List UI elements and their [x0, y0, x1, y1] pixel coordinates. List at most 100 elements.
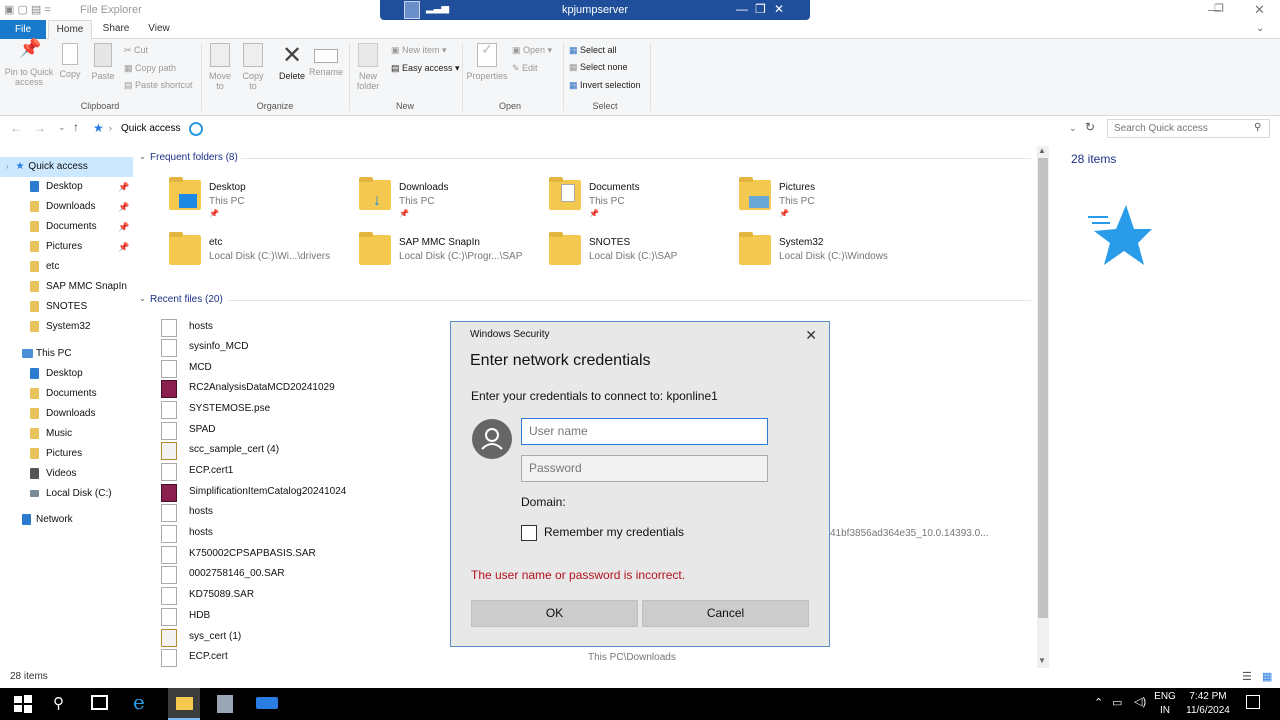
- folder-tile-documents[interactable]: Documents This PC 📌: [549, 177, 739, 226]
- list-item[interactable]: scc_sample_cert (4): [161, 440, 461, 460]
- nav-item-snotes[interactable]: SNOTES: [0, 297, 133, 317]
- dropdown-icon[interactable]: ⌄: [1069, 123, 1077, 134]
- list-item[interactable]: RC2AnalysisDataMCD20241029: [161, 378, 461, 398]
- rd-close-icon[interactable]: ✕: [774, 2, 784, 16]
- rd-restore-icon[interactable]: ❐: [755, 2, 766, 16]
- delete-button[interactable]: ✕ Delete: [276, 43, 308, 82]
- easy-access-button[interactable]: ▤ Easy access ▾: [391, 63, 460, 74]
- address-field[interactable]: ★ › Quick access ⌄: [88, 119, 1078, 138]
- back-icon[interactable]: ←: [10, 121, 22, 135]
- list-item[interactable]: sys_cert (1): [161, 627, 461, 647]
- collapse-icon[interactable]: ⌄: [139, 294, 146, 303]
- cancel-button[interactable]: Cancel: [642, 600, 809, 627]
- start-icon[interactable]: [12, 694, 34, 714]
- close-icon[interactable]: ✕: [805, 327, 817, 344]
- rename-button[interactable]: Rename: [308, 43, 344, 77]
- tab-home[interactable]: Home: [48, 20, 92, 39]
- rd-minimize-icon[interactable]: —: [736, 2, 748, 16]
- folder-tile-downloads[interactable]: ↓ Downloads This PC 📌: [359, 177, 549, 226]
- ribbon-expand-icon[interactable]: ⌄: [1256, 23, 1264, 34]
- tiles-view-icon[interactable]: ▦: [1262, 670, 1272, 683]
- folder-tile-etc[interactable]: etc Local Disk (C:)\Wi...\drivers: [169, 232, 359, 281]
- nav-pc-desktop[interactable]: Desktop: [0, 364, 133, 384]
- list-item[interactable]: HDB: [161, 606, 461, 626]
- folder-tile-pictures[interactable]: Pictures This PC 📌: [739, 177, 929, 226]
- list-item[interactable]: ECP.cert: [161, 647, 461, 667]
- copy-path-button[interactable]: ▦ Copy path: [124, 63, 176, 74]
- list-item[interactable]: K750002CPSAPBASIS.SAR: [161, 544, 461, 564]
- chevron-up-icon[interactable]: ⌃: [1094, 696, 1103, 709]
- details-view-icon[interactable]: ☰: [1242, 670, 1252, 683]
- scroll-up-icon[interactable]: ▲: [1038, 146, 1046, 155]
- nav-pc-videos[interactable]: Videos: [0, 464, 133, 484]
- new-item-button[interactable]: ▣ New item ▾: [391, 45, 447, 56]
- list-item[interactable]: hosts: [161, 502, 461, 522]
- list-item[interactable]: SPAD: [161, 420, 461, 440]
- copy-to-button[interactable]: Copy to: [239, 43, 267, 91]
- list-item[interactable]: MCD: [161, 358, 461, 378]
- language-indicator[interactable]: ENG: [1151, 691, 1179, 702]
- folder-tile-snotes[interactable]: SNOTES Local Disk (C:)\SAP: [549, 232, 739, 281]
- select-all-button[interactable]: ▦ Select all: [569, 45, 617, 56]
- list-item[interactable]: ECP.cert1: [161, 461, 461, 481]
- scroll-down-icon[interactable]: ▼: [1038, 656, 1046, 665]
- server-manager-icon[interactable]: [217, 695, 233, 713]
- restore-icon[interactable]: ❐: [1214, 2, 1224, 15]
- clock-date[interactable]: 11/6/2024: [1180, 705, 1236, 716]
- file-explorer-taskbar-button[interactable]: [168, 688, 200, 720]
- frequent-folders-header[interactable]: Frequent folders (8): [150, 152, 238, 163]
- close-icon[interactable]: ✕: [1254, 2, 1265, 18]
- search-input[interactable]: Search Quick access ⚲: [1107, 119, 1270, 138]
- properties-button[interactable]: ✓ Properties: [466, 42, 508, 81]
- remember-checkbox[interactable]: [521, 525, 537, 541]
- task-view-icon[interactable]: [91, 695, 108, 710]
- recent-locations-icon[interactable]: ⌄: [58, 122, 66, 133]
- copy-button[interactable]: Copy: [56, 43, 84, 79]
- network-status-icon[interactable]: ▭: [1112, 696, 1122, 709]
- username-input[interactable]: User name: [521, 418, 768, 445]
- sap-logon-icon[interactable]: [256, 697, 278, 709]
- nav-item-system32[interactable]: System32: [0, 317, 133, 337]
- nav-item-sap-mmc[interactable]: SAP MMC SnapIn: [0, 277, 133, 297]
- remember-label[interactable]: Remember my credentials: [544, 525, 684, 539]
- list-item[interactable]: 0002758146_00.SAR: [161, 564, 461, 584]
- volume-icon[interactable]: ◁): [1134, 695, 1146, 708]
- nav-quick-access[interactable]: › ★ Quick access: [0, 157, 133, 177]
- ok-button[interactable]: OK: [471, 600, 638, 627]
- up-icon[interactable]: ↑: [73, 120, 79, 134]
- open-button[interactable]: ▣ Open ▾: [512, 45, 552, 56]
- forward-icon[interactable]: →: [34, 121, 46, 135]
- list-item[interactable]: KD75089.SAR: [161, 585, 461, 605]
- nav-pc-pictures[interactable]: Pictures: [0, 444, 133, 464]
- scrollbar-thumb[interactable]: [1038, 158, 1048, 618]
- list-item[interactable]: SimplificationItemCatalog20241024: [161, 482, 461, 502]
- folder-tile-sap-mmc[interactable]: SAP MMC SnapIn Local Disk (C:)\Progr...\S…: [359, 232, 549, 281]
- list-item[interactable]: sysinfo_MCD: [161, 337, 461, 357]
- nav-pc-local-disk[interactable]: Local Disk (C:): [0, 484, 133, 504]
- edit-button[interactable]: ✎ Edit: [512, 63, 538, 74]
- nav-pc-downloads[interactable]: Downloads: [0, 404, 133, 424]
- cut-button[interactable]: ✂ Cut: [124, 45, 148, 56]
- nav-item-etc[interactable]: etc: [0, 257, 133, 277]
- nav-item-pictures[interactable]: Pictures 📌: [0, 237, 133, 257]
- paste-shortcut-button[interactable]: ▤ Paste shortcut: [124, 80, 193, 91]
- move-to-button[interactable]: Move to: [206, 43, 234, 91]
- list-item[interactable]: SYSTEMOSE.pse: [161, 399, 461, 419]
- password-input[interactable]: Password: [521, 455, 768, 482]
- list-item[interactable]: hosts: [161, 317, 461, 337]
- nav-item-downloads[interactable]: Downloads 📌: [0, 197, 133, 217]
- nav-this-pc[interactable]: This PC: [0, 344, 133, 364]
- nav-item-desktop[interactable]: Desktop 📌: [0, 177, 133, 197]
- tab-view[interactable]: View: [140, 20, 178, 39]
- select-none-button[interactable]: ▦ Select none: [569, 62, 628, 73]
- collapse-icon[interactable]: ⌄: [139, 152, 146, 161]
- refresh-icon[interactable]: ↻: [1085, 120, 1095, 134]
- list-item[interactable]: hosts: [161, 523, 461, 543]
- internet-explorer-icon[interactable]: e: [133, 690, 145, 714]
- new-folder-button[interactable]: New folder: [354, 43, 382, 91]
- tab-share[interactable]: Share: [96, 20, 136, 39]
- nav-pc-music[interactable]: Music: [0, 424, 133, 444]
- quick-access-toolbar[interactable]: ▣ ▢ ▤ =: [4, 3, 51, 16]
- nav-item-documents[interactable]: Documents 📌: [0, 217, 133, 237]
- folder-tile-desktop[interactable]: Desktop This PC 📌: [169, 177, 359, 226]
